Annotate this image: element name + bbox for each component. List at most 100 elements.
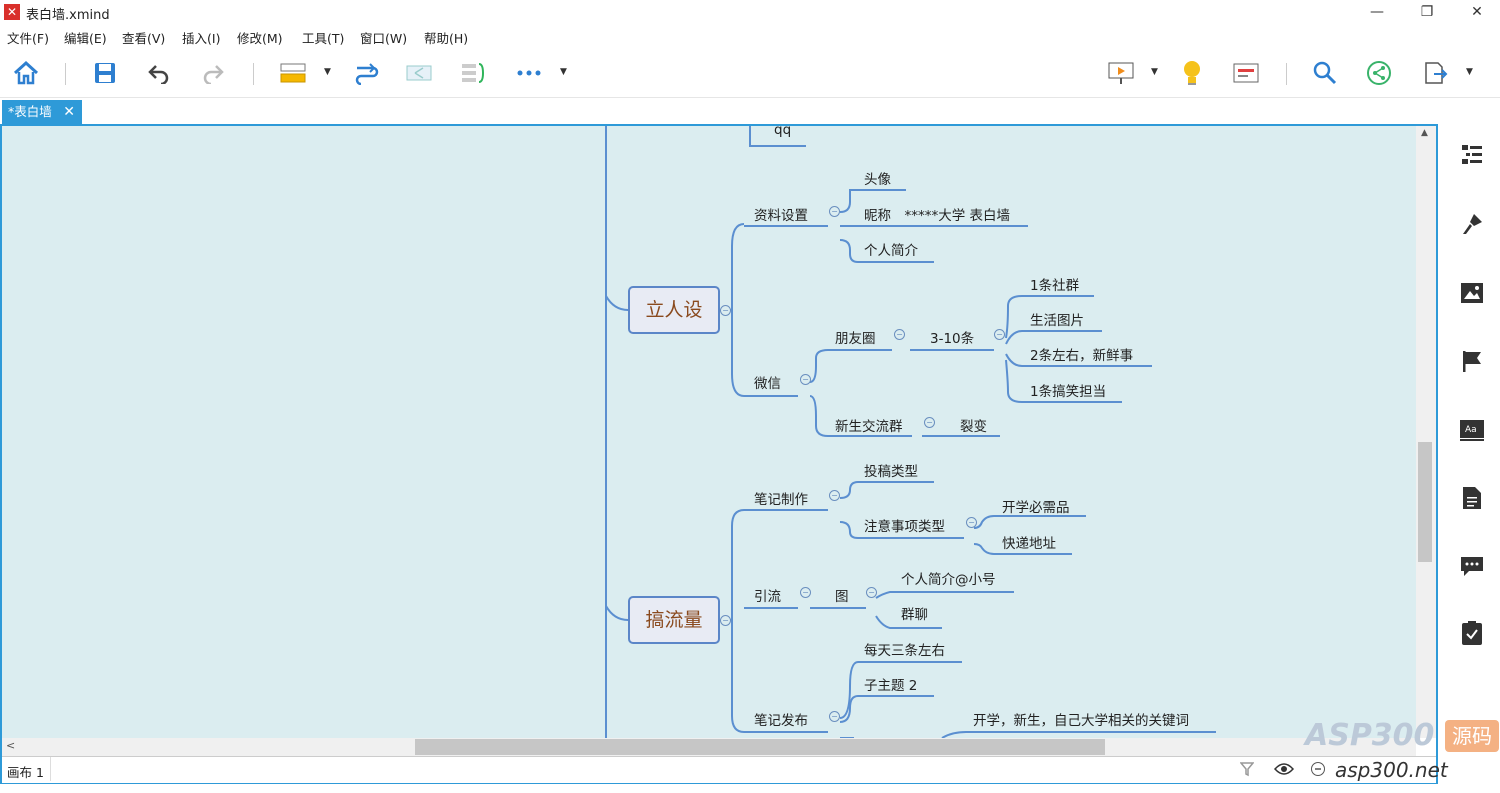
- task-clipboard-icon[interactable]: [1458, 619, 1486, 647]
- menu-insert[interactable]: 插入(I): [182, 28, 220, 47]
- flag-marker-icon[interactable]: [1458, 347, 1486, 375]
- watermark-main: ASP300: [1305, 718, 1435, 753]
- collapse-icon[interactable]: −: [829, 711, 840, 722]
- redo-icon[interactable]: [198, 59, 228, 87]
- node-community[interactable]: 1条社群: [1030, 274, 1079, 294]
- more-icon[interactable]: [514, 59, 544, 87]
- node-delivery-address[interactable]: 快递地址: [1002, 532, 1056, 552]
- node-profile[interactable]: 资料设置: [754, 204, 808, 224]
- connector-lines: [605, 126, 1216, 738]
- share-icon[interactable]: [1364, 59, 1394, 87]
- vertical-scrollbar[interactable]: ▲: [1416, 126, 1436, 738]
- more-dropdown-icon[interactable]: ▼: [560, 67, 567, 77]
- node-wechat[interactable]: 微信: [754, 372, 781, 392]
- outline-list-icon[interactable]: [1458, 140, 1486, 168]
- node-daily-three[interactable]: 每天三条左右: [864, 639, 945, 659]
- relationship-icon[interactable]: [352, 59, 382, 87]
- topic-icon[interactable]: [278, 59, 308, 87]
- collapse-icon[interactable]: −: [966, 517, 977, 528]
- menu-modify[interactable]: 修改(M): [237, 28, 283, 47]
- minimize-button[interactable]: —: [1354, 0, 1400, 24]
- node-qq[interactable]: qq: [774, 126, 791, 138]
- right-panel: Aa: [1440, 124, 1500, 793]
- node-school-essentials[interactable]: 开学必需品: [1002, 496, 1070, 516]
- collapse-icon[interactable]: −: [894, 329, 905, 340]
- node-note-publish[interactable]: 笔记发布: [754, 709, 808, 729]
- vertical-scroll-thumb[interactable]: [1418, 442, 1432, 562]
- horizontal-scrollbar[interactable]: <: [2, 738, 1416, 756]
- search-icon[interactable]: [1310, 59, 1340, 87]
- watermark-url: asp300.net: [1335, 758, 1448, 782]
- collapse-icon[interactable]: −: [994, 329, 1005, 340]
- main-topic-lirenshe[interactable]: 立人设: [628, 286, 720, 334]
- node-nickname[interactable]: 昵称 *****大学 表白墙: [864, 204, 1010, 224]
- node-frequency[interactable]: 3-10条: [930, 327, 974, 347]
- menu-tools[interactable]: 工具(T): [302, 28, 344, 47]
- node-submission-type[interactable]: 投稿类型: [864, 460, 918, 480]
- node-life-photos[interactable]: 生活图片: [1030, 309, 1084, 329]
- save-icon[interactable]: [90, 59, 120, 87]
- restore-button[interactable]: ❐: [1404, 0, 1450, 24]
- eye-icon[interactable]: [1273, 762, 1295, 780]
- xmind-logo-icon: ✕: [4, 4, 20, 20]
- mindmap-canvas[interactable]: qq 立人设 − 资料设置 − 头像 昵称 *****大学 表白墙 个人简介 微…: [2, 126, 1416, 738]
- node-avatar[interactable]: 头像: [864, 168, 891, 188]
- presentation-dropdown-icon[interactable]: ▼: [1151, 67, 1158, 77]
- collapse-icon[interactable]: −: [924, 417, 935, 428]
- tab-biaobaiqiang[interactable]: *表白墙 ✕: [2, 100, 82, 124]
- menu-help[interactable]: 帮助(H): [424, 28, 468, 47]
- node-subtopic-2[interactable]: 子主题 2: [864, 674, 917, 694]
- collapse-icon[interactable]: −: [829, 490, 840, 501]
- presentation-icon[interactable]: [1106, 59, 1136, 87]
- sheet-tab[interactable]: 画布 1: [7, 762, 44, 781]
- comment-icon[interactable]: [1458, 552, 1486, 580]
- collapse-icon[interactable]: −: [800, 587, 811, 598]
- scroll-left-icon[interactable]: <: [6, 739, 15, 752]
- watermark-badge: 源码: [1445, 720, 1499, 752]
- node-bio[interactable]: 个人简介: [864, 239, 918, 259]
- node-fresh-news[interactable]: 2条左右，新鲜事: [1030, 344, 1133, 364]
- structure-icon[interactable]: [404, 59, 434, 87]
- node-keywords[interactable]: 开学，新生，自己大学相关的关键词: [973, 709, 1189, 729]
- notes-document-icon[interactable]: [1458, 484, 1486, 512]
- menu-edit[interactable]: 编辑(E): [64, 28, 107, 47]
- node-note-making[interactable]: 笔记制作: [754, 488, 808, 508]
- tab-close-icon[interactable]: ✕: [63, 100, 75, 124]
- summary-icon[interactable]: [458, 59, 488, 87]
- node-picture[interactable]: 图: [835, 585, 849, 605]
- format-brush-icon[interactable]: [1458, 210, 1486, 238]
- menu-file[interactable]: 文件(F): [7, 28, 49, 47]
- close-button[interactable]: ✕: [1454, 0, 1500, 24]
- node-group-chat[interactable]: 群聊: [901, 603, 928, 623]
- collapse-icon[interactable]: −: [829, 206, 840, 217]
- scroll-up-icon[interactable]: ▲: [1421, 128, 1428, 138]
- undo-icon[interactable]: [144, 59, 174, 87]
- filter-icon[interactable]: [1239, 761, 1255, 781]
- node-traffic[interactable]: 引流: [754, 585, 781, 605]
- sheet-area: [50, 757, 1241, 781]
- outline-icon[interactable]: [1231, 59, 1261, 87]
- image-icon[interactable]: [1458, 279, 1486, 307]
- node-freshman-group[interactable]: 新生交流群: [835, 415, 903, 435]
- export-icon[interactable]: [1420, 59, 1450, 87]
- node-moments[interactable]: 朋友圈: [835, 327, 876, 347]
- home-icon[interactable]: [11, 59, 41, 87]
- collapse-icon[interactable]: −: [720, 615, 731, 626]
- collapse-icon[interactable]: −: [800, 374, 811, 385]
- node-bio-alt[interactable]: 个人简介@小号: [901, 568, 996, 588]
- menu-window[interactable]: 窗口(W): [360, 28, 407, 47]
- tab-bar: *表白墙 ✕: [0, 98, 1500, 124]
- collapse-icon[interactable]: −: [866, 587, 877, 598]
- node-notice-type[interactable]: 注意事项类型: [864, 515, 945, 535]
- node-funny[interactable]: 1条搞笑担当: [1030, 380, 1106, 400]
- menu-view[interactable]: 查看(V): [122, 28, 165, 47]
- text-style-icon[interactable]: Aa: [1458, 416, 1486, 444]
- main-topic-gaoliuliang[interactable]: 搞流量: [628, 596, 720, 644]
- horizontal-scroll-thumb[interactable]: [415, 739, 1105, 755]
- svg-text:Aa: Aa: [1465, 425, 1477, 435]
- topic-dropdown-icon[interactable]: ▼: [324, 67, 331, 77]
- node-fission[interactable]: 裂变: [960, 415, 987, 435]
- export-dropdown-icon[interactable]: ▼: [1466, 67, 1473, 77]
- brainstorm-bulb-icon[interactable]: [1177, 59, 1207, 87]
- collapse-icon[interactable]: −: [720, 305, 731, 316]
